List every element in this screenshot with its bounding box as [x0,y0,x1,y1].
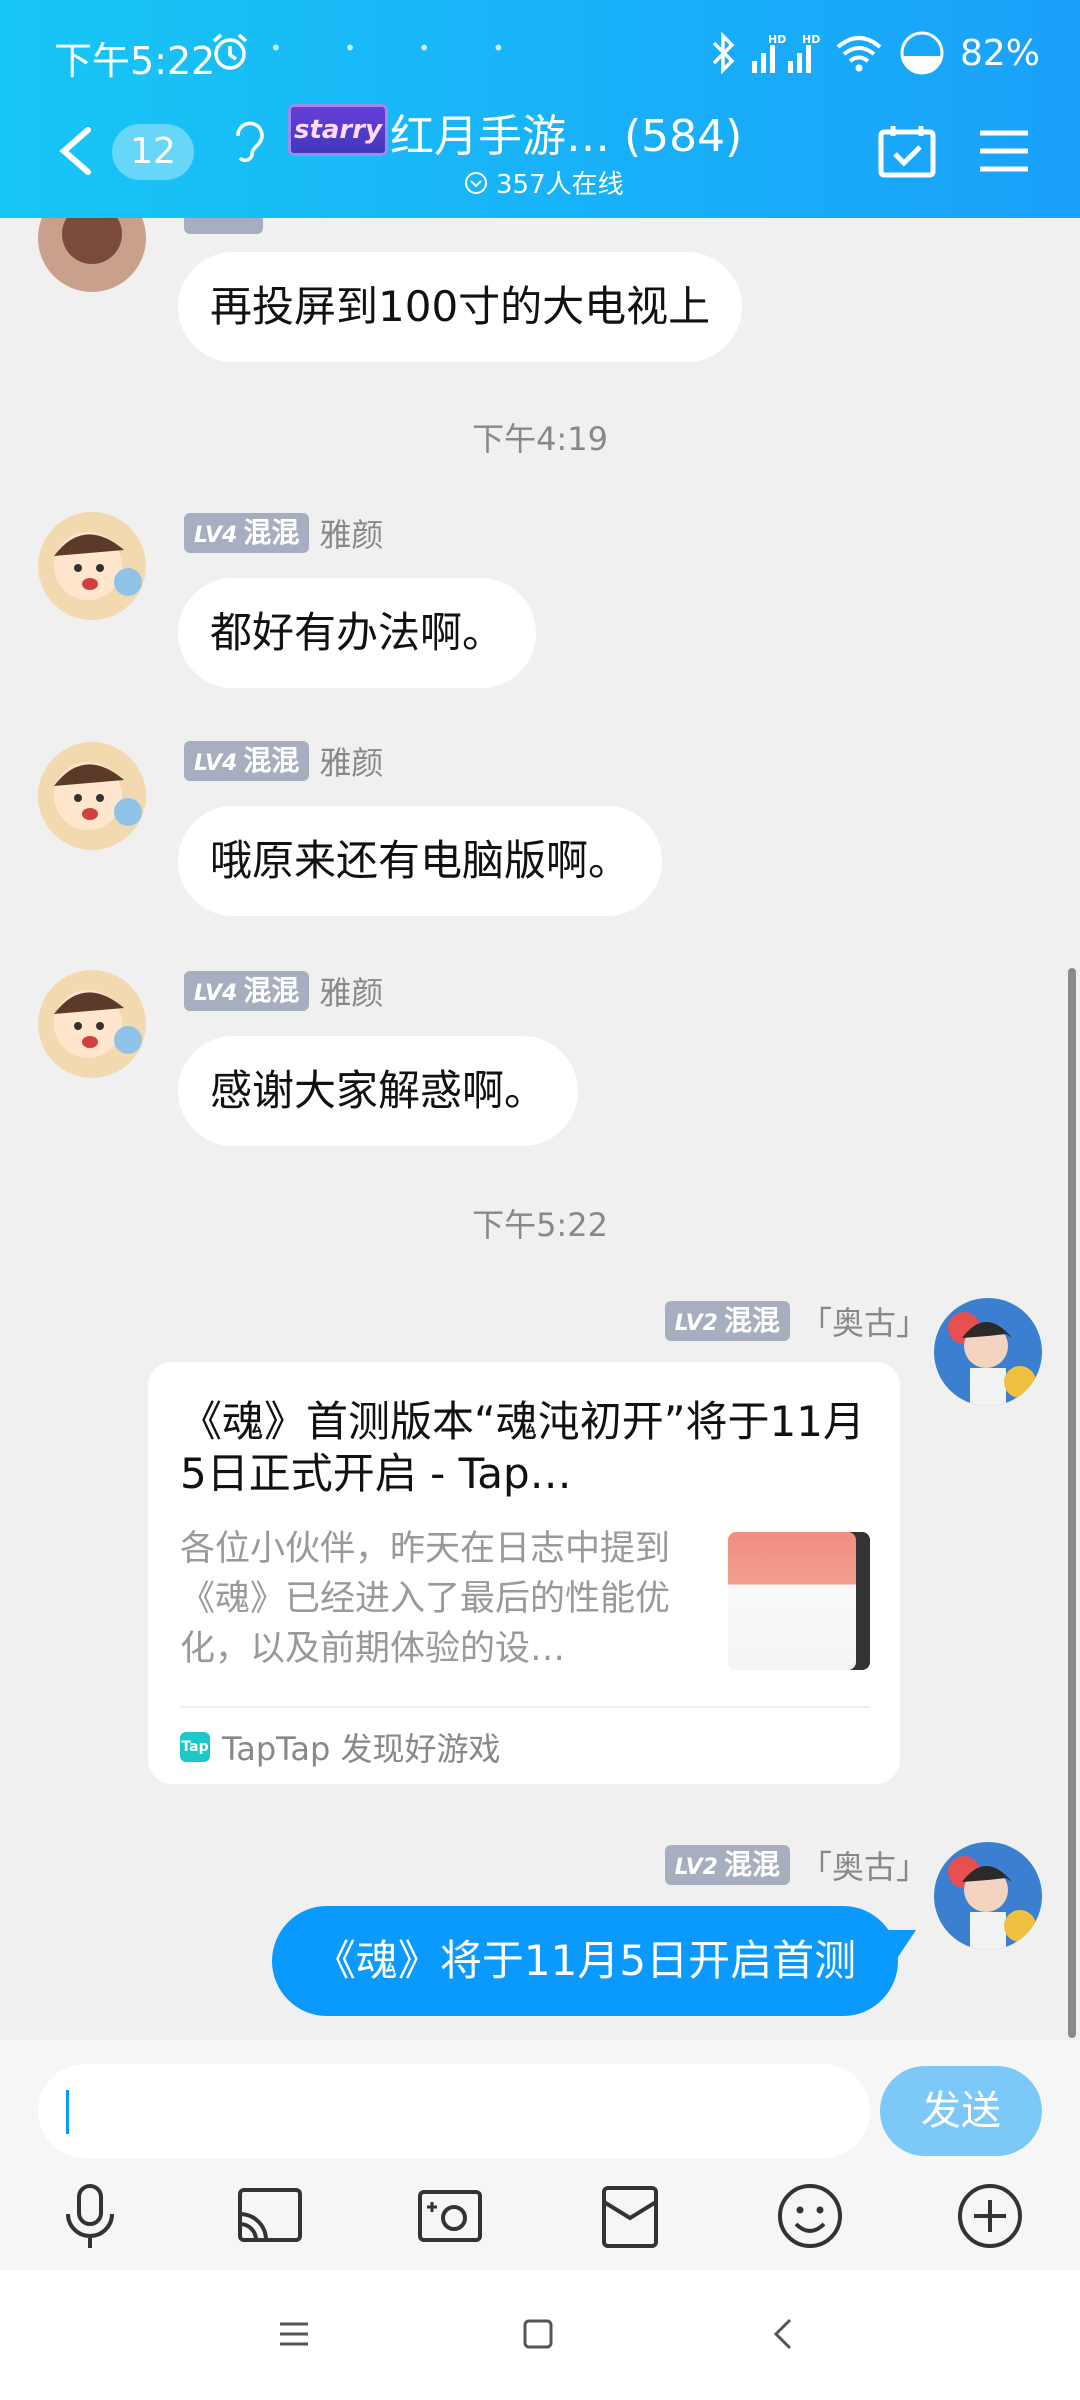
menu-icon[interactable] [978,128,1030,174]
photo-icon[interactable] [414,2180,486,2252]
mic-icon[interactable] [54,2180,126,2252]
system-nav-bar [0,2270,1080,2400]
text-caret [66,2090,69,2134]
sender-name[interactable]: 「奥古」 [800,1842,928,1888]
level-badge: LV2 混混 [664,1845,790,1885]
ear-icon[interactable] [228,116,268,166]
level-badge: LV4 混混 [184,513,310,553]
message-meta: LV4 混混 雅颜 [184,510,383,556]
battery-icon [900,31,944,75]
my-message-bubble[interactable]: 《魂》将于11月5日开启首测 [272,1906,898,2016]
back-button[interactable] [52,124,102,178]
notification-icons: • • • • [270,36,533,60]
message-bubble[interactable]: 感谢大家解惑啊。 [178,1036,579,1146]
message-meta: LV4 混混 雅颜 [184,968,383,1014]
link-card[interactable]: 《魂》首测版本“魂沌初开”将于11月5日正式开启 - Tap… 各位小伙伴，昨天… [148,1362,900,1784]
avatar[interactable] [38,218,146,292]
card-title: 《魂》首测版本“魂沌初开”将于11月5日正式开启 - Tap… [180,1397,865,1498]
level-badge: LV4 混混 [184,971,310,1011]
unread-count-badge[interactable]: 12 [112,124,194,180]
level-badge: LV4 混混 [184,741,310,781]
message-input[interactable] [38,2064,870,2158]
bubble-tail [886,1930,916,1960]
wifi-icon [836,36,882,72]
message-meta: LV2 混混 「奥古」 [664,1842,928,1888]
scrollbar[interactable] [1068,968,1076,2038]
message-bubble[interactable]: 再投屏到100寸的大电视上 [178,252,743,362]
status-indicators: HD HD 82% [710,26,1040,80]
home-icon[interactable] [516,2312,560,2356]
top-bar: 下午5:22 • • • • HD HD 82% 12 starry 红月手游…… [0,0,1080,218]
red-packet-icon[interactable] [594,2180,666,2252]
timestamp: 下午4:19 [472,420,608,458]
nav-back-icon[interactable] [762,2312,806,2356]
sender-name[interactable]: 雅颜 [319,738,383,784]
svg-text:HD: HD [802,33,820,46]
chat-area[interactable]: 再投屏到100寸的大电视上 下午4:19 LV4 混混 雅颜 都好有办法啊。 LV… [0,218,1080,2040]
battery-percent: 82% [959,32,1040,74]
card-thumbnail [728,1532,870,1670]
sender-name[interactable]: 雅颜 [319,510,383,556]
level-badge [184,218,263,234]
sender-name[interactable]: 雅颜 [319,968,383,1014]
message-bubble[interactable]: 都好有办法啊。 [178,578,537,688]
message-bubble[interactable]: 哦原来还有电脑版啊。 [178,806,663,916]
calendar-check-icon[interactable] [878,124,936,178]
bluetooth-icon [712,31,735,75]
message-meta [184,218,263,234]
signal-icon: HD HD [751,33,820,73]
status-time: 下午5:22 [54,39,216,83]
message-meta: LV2 混混 「奥古」 [664,1298,928,1344]
card-source: Tap TapTap 发现好游戏 [180,1724,501,1770]
emoji-icon[interactable] [774,2180,846,2252]
taptap-icon: Tap [180,1732,210,1762]
online-count: 357人在线 [496,170,624,200]
recent-apps-icon[interactable] [272,2312,316,2356]
cast-screen-icon[interactable] [234,2180,306,2252]
chevron-circle-icon [465,171,487,194]
card-description: 各位小伙伴，昨天在日志中提到《魂》已经进入了最后的性能优化，以及前期体验的设… [180,1529,671,1669]
avatar[interactable] [38,742,146,850]
timestamp: 下午5:22 [472,1206,608,1244]
plus-icon[interactable] [954,2180,1026,2252]
svg-text:HD: HD [768,33,786,46]
avatar[interactable] [38,512,146,620]
level-badge: LV2 混混 [664,1301,790,1341]
group-logo: starry [288,104,388,156]
card-source-label: TapTap 发现好游戏 [222,1730,501,1768]
input-area: 发送 [0,2040,1080,2270]
group-title[interactable]: 红月手游… (584) [390,100,742,164]
avatar[interactable] [934,1842,1042,1950]
alarm-icon [212,33,248,70]
card-divider [180,1706,870,1708]
online-count-row[interactable]: 357人在线 [464,164,624,201]
sender-name[interactable]: 「奥古」 [800,1298,928,1344]
send-button[interactable]: 发送 [880,2066,1042,2156]
message-meta: LV4 混混 雅颜 [184,738,383,784]
avatar[interactable] [934,1298,1042,1406]
avatar[interactable] [38,970,146,1078]
